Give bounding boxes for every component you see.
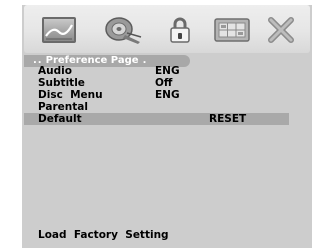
video-setup-icon[interactable]	[212, 13, 252, 47]
lock-icon[interactable]	[167, 13, 193, 47]
setting-label: Subtitle	[38, 77, 85, 89]
setting-row-audio[interactable]: Audio ENG	[24, 65, 310, 77]
setting-label: Parental	[38, 101, 88, 113]
setting-value: RESET	[209, 113, 247, 125]
setting-value: Off	[155, 77, 173, 89]
setting-row-disc-menu[interactable]: Disc Menu ENG	[24, 89, 310, 101]
setting-value: ENG	[155, 89, 180, 101]
dvd-setup-screen: .. Preference Page. Audio ENG Subtitle Of…	[0, 0, 330, 248]
settings-list: Audio ENG Subtitle Off Disc Menu ENG Par…	[24, 65, 310, 125]
setup-icon-bar	[24, 5, 310, 53]
setting-row-default[interactable]: Default RESET	[24, 113, 289, 125]
section-header: .. Preference Page.	[24, 55, 310, 67]
setting-value: ENG	[155, 65, 180, 77]
audio-setup-icon[interactable]	[102, 13, 144, 47]
setting-row-subtitle[interactable]: Subtitle Off	[24, 77, 310, 89]
setting-label: Disc Menu	[38, 89, 103, 101]
setting-label: Audio	[38, 65, 72, 77]
general-setup-icon[interactable]	[40, 13, 78, 47]
setting-row-parental[interactable]: Parental	[24, 101, 310, 113]
exit-icon[interactable]	[264, 13, 298, 47]
setting-label: Default	[38, 113, 82, 125]
status-hint: Load Factory Setting	[38, 229, 169, 241]
